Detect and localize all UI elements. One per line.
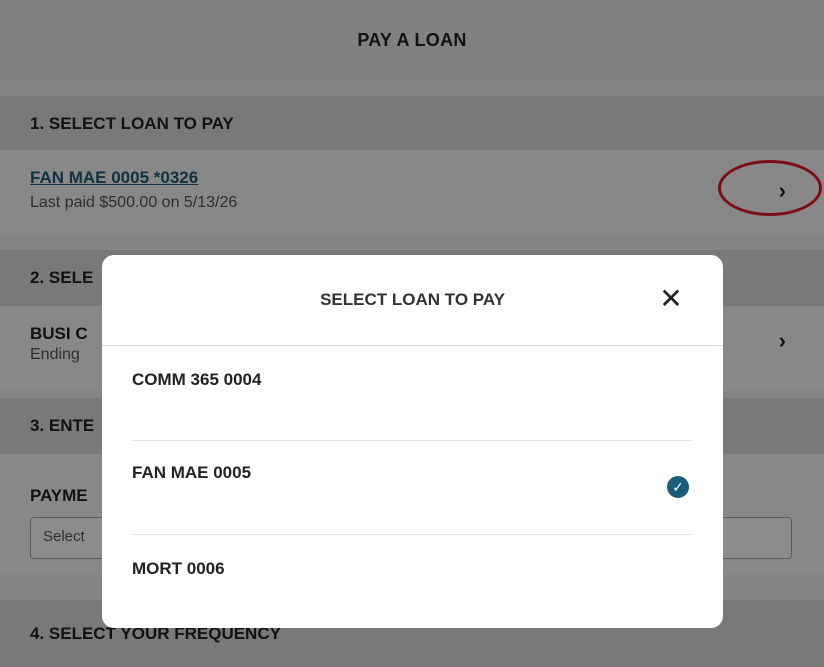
modal-title: SELECT LOAN TO PAY xyxy=(320,290,505,309)
loan-option-mort[interactable]: MORT 0006 xyxy=(132,559,692,579)
divider xyxy=(132,440,692,441)
select-loan-modal: SELECT LOAN TO PAY ✕ COMM 365 0004 FAN M… xyxy=(102,255,723,628)
check-circle-icon: ✓ xyxy=(667,476,689,498)
modal-header: SELECT LOAN TO PAY ✕ xyxy=(102,255,723,346)
divider xyxy=(132,534,692,535)
loan-option-comm[interactable]: COMM 365 0004 xyxy=(132,370,692,390)
loan-option-fanmae[interactable]: FAN MAE 0005 xyxy=(132,463,692,483)
close-icon[interactable]: ✕ xyxy=(657,283,685,315)
